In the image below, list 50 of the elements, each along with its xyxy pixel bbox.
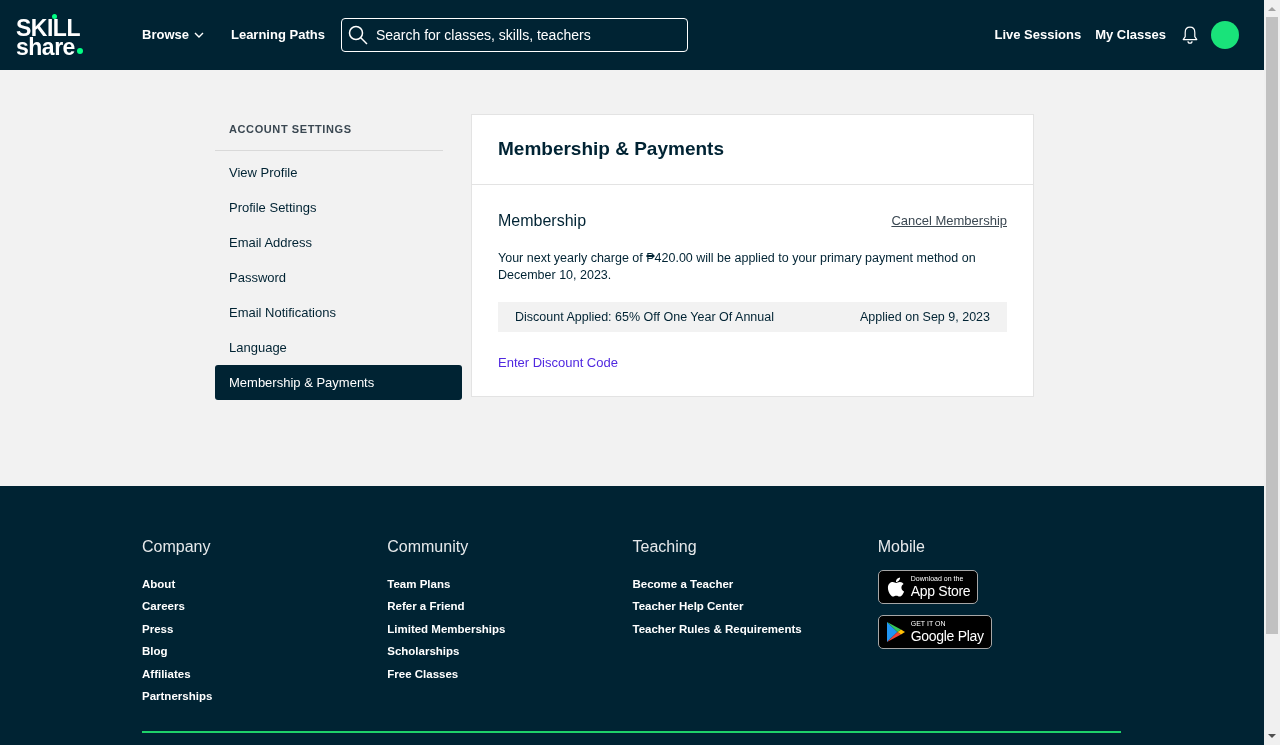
- sidebar-item[interactable]: Password: [215, 260, 462, 295]
- logo-text: SKILL: [16, 18, 81, 38]
- scrollbar[interactable]: [1264, 0, 1280, 745]
- footer-link[interactable]: Careers: [142, 598, 185, 616]
- nav-link[interactable]: Learning Paths: [230, 25, 325, 45]
- avatar-icon[interactable]: [1211, 21, 1239, 49]
- search-icon: [347, 25, 368, 45]
- footer-link[interactable]: Limited Memberships: [387, 620, 506, 638]
- chevron-down-icon: [193, 32, 204, 38]
- apple-icon: [885, 576, 906, 598]
- sidebar-item[interactable]: View Profile: [215, 155, 462, 190]
- enter-discount-code-link[interactable]: Enter Discount Code: [498, 353, 618, 373]
- card-title: Membership & Payments: [498, 137, 724, 162]
- nav-link[interactable]: Live Sessions: [994, 25, 1082, 45]
- sidebar-item[interactable]: Profile Settings: [215, 190, 462, 225]
- footer-link[interactable]: Free Classes: [387, 665, 459, 683]
- footer-link[interactable]: Blog: [142, 643, 168, 661]
- browse-menu-button[interactable]: Browse: [142, 25, 204, 45]
- discount-label: Discount Applied: 65% Off One Year Of Annual: [515, 308, 774, 326]
- sidebar-item[interactable]: Email Notifications: [215, 295, 462, 330]
- section-heading: ACCOUNT SETTINGS: [229, 123, 352, 135]
- badge-title: App Store: [910, 583, 971, 599]
- sidebar-item[interactable]: Email Address: [215, 225, 462, 260]
- nav-link[interactable]: My Classes: [1095, 25, 1166, 45]
- footer-heading: Teaching: [632, 537, 697, 557]
- footer-link[interactable]: Teacher Help Center: [632, 598, 744, 616]
- footer-link[interactable]: Press: [142, 620, 174, 638]
- cancel-membership-link[interactable]: Cancel Membership: [891, 211, 1007, 231]
- section-title: Membership: [498, 211, 587, 231]
- footer-link[interactable]: Scholarships: [387, 643, 460, 661]
- charge-message: Your next yearly charge of ₱420.00 will be applied to your primary payment method on December 10, 2023.: [498, 250, 977, 284]
- footer-link[interactable]: Partnerships: [142, 688, 213, 706]
- footer-link[interactable]: Teacher Rules & Requirements: [632, 620, 802, 638]
- footer-link[interactable]: Affiliates: [142, 665, 191, 683]
- badge-title: Google Play: [910, 628, 984, 644]
- footer-link[interactable]: Team Plans: [387, 575, 451, 593]
- discount-date: Applied on Sep 9, 2023: [860, 308, 990, 326]
- sidebar-item[interactable]: Membership & Payments: [215, 365, 462, 400]
- sidebar-item[interactable]: Language: [215, 330, 462, 365]
- footer-heading: Community: [387, 537, 469, 557]
- play-triangle-icon: [885, 621, 906, 643]
- search-field[interactable]: Search for classes, skills, teachers: [340, 18, 688, 52]
- footer-link[interactable]: Refer a Friend: [387, 598, 465, 616]
- footer-heading: Company: [142, 537, 211, 557]
- logo[interactable]: SKILL share: [16, 13, 109, 57]
- logo-text: share: [16, 37, 75, 57]
- footer-link[interactable]: Become a Teacher: [632, 575, 734, 593]
- bell-icon[interactable]: [1182, 26, 1198, 44]
- footer-heading: Mobile: [877, 537, 925, 557]
- footer-link[interactable]: About: [142, 575, 176, 593]
